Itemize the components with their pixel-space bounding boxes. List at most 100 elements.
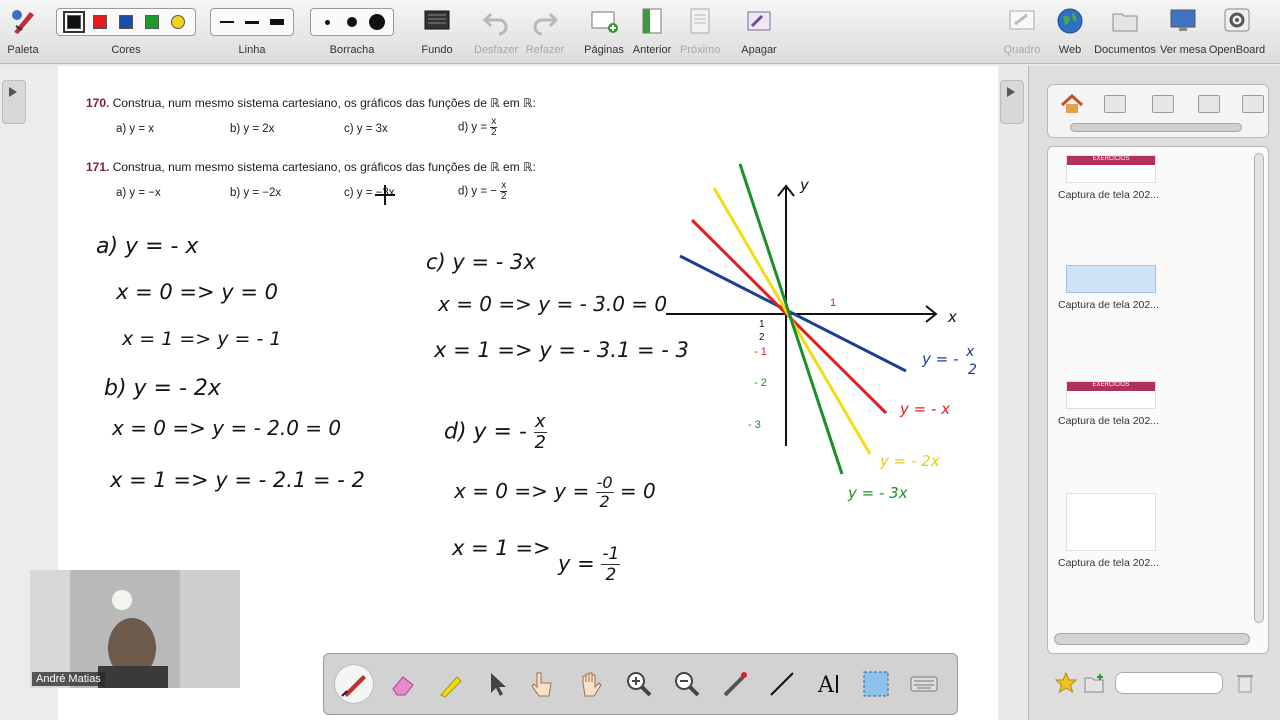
cartesian-graph: x y 1 1 2 - 1 - 2 - 3 y = - x 2 y = - x … <box>666 163 977 502</box>
thumbnail-item[interactable]: Captura de tela 202... <box>1058 265 1238 311</box>
thumbnail-item[interactable]: Captura de tela 202... <box>1058 493 1238 569</box>
undo-button[interactable]: Desfazer <box>474 0 518 64</box>
thumbnail-vertical-scrollbar[interactable] <box>1254 153 1264 623</box>
line-thin[interactable] <box>216 11 238 33</box>
redo-button[interactable]: Refazer <box>524 0 566 64</box>
pages-button[interactable]: Páginas <box>584 0 624 64</box>
eraser-medium[interactable] <box>341 11 363 33</box>
line-group: Linha <box>210 0 294 64</box>
hw-d-line2-result: y = -1 2 <box>558 544 621 585</box>
floating-tool-palette: A <box>323 653 958 715</box>
left-panel-toggle[interactable] <box>2 80 26 124</box>
tick-half-den: 2 <box>759 332 765 343</box>
star-icon[interactable] <box>1055 672 1077 694</box>
keyboard-icon <box>910 676 938 692</box>
thumbnail-horizontal-scrollbar[interactable] <box>1054 633 1250 645</box>
search-input[interactable] <box>1115 672 1223 694</box>
eraser-large[interactable] <box>366 11 388 33</box>
desktop-button[interactable]: Ver mesa <box>1160 0 1206 64</box>
hw-a-title: a) y = - x <box>96 234 199 259</box>
pointing-hand-icon <box>531 672 552 697</box>
redo-icon <box>533 12 559 36</box>
folder-icon <box>1112 13 1138 32</box>
label-half-den: 2 <box>968 362 977 378</box>
web-button[interactable]: Web <box>1050 0 1090 64</box>
folder-icon[interactable] <box>1242 95 1264 113</box>
line-icon <box>770 672 794 696</box>
eraser-small[interactable] <box>316 11 338 33</box>
expand-icon <box>1007 87 1015 97</box>
eraser-tool[interactable] <box>382 664 422 704</box>
color-swatches <box>56 8 196 36</box>
right-panel-toggle[interactable] <box>1000 80 1024 124</box>
play-tool[interactable] <box>522 664 562 704</box>
add-page-icon <box>591 11 618 33</box>
next-page-button[interactable]: Próximo <box>680 0 720 64</box>
colors-group: Cores <box>56 0 196 64</box>
background-button[interactable]: Fundo <box>416 0 458 64</box>
line-tool[interactable] <box>762 664 802 704</box>
new-folder-icon[interactable] <box>1083 672 1107 694</box>
thumbnail-item[interactable]: EXERCÍCIOS Captura de tela 202... <box>1058 381 1238 427</box>
hw-d-line1: x = 0 => y = -0 2 = 0 <box>454 473 656 511</box>
highlighter-icon <box>440 676 462 698</box>
tick-minus-2-label: - 2 <box>754 377 767 389</box>
pen-tool[interactable] <box>334 664 374 704</box>
home-icon[interactable] <box>1060 93 1084 115</box>
gear-icon <box>1224 8 1250 32</box>
hw-b-line2: x = 1 => y = - 2.1 = - 2 <box>110 468 365 492</box>
openboard-menu-button[interactable]: OpenBoard <box>1208 0 1266 64</box>
thumbnail-image <box>1066 493 1156 551</box>
arrow-cursor-icon <box>491 673 506 696</box>
ex171-option-b: b) y = −2x <box>230 187 282 199</box>
hw-c-line2: x = 1 => y = - 3.1 = - 3 <box>434 338 689 362</box>
eraser-group: Borracha <box>310 0 394 64</box>
main-toolbar: Paleta Cores Linha Borracha Fundo Desfaz… <box>0 0 1280 64</box>
ex170-option-a: a) y = x <box>116 123 155 135</box>
color-yellow[interactable] <box>171 15 185 29</box>
library-navigation <box>1047 84 1269 138</box>
undo-icon <box>482 12 508 36</box>
folder-icon[interactable] <box>1152 95 1174 113</box>
zoom-out-tool[interactable] <box>666 664 706 704</box>
hw-d-line2: x = 1 => <box>452 536 551 560</box>
thumbnail-image: EXERCÍCIOS <box>1066 155 1156 183</box>
label-y-minus-half-x: y = - <box>921 350 958 368</box>
folder-icon[interactable] <box>1198 95 1220 113</box>
trash-icon[interactable] <box>1235 672 1255 694</box>
line-medium[interactable] <box>241 11 263 33</box>
hw-b-line1: x = 0 => y = - 2.0 = 0 <box>112 416 342 440</box>
text-tool[interactable]: A <box>810 664 850 704</box>
cursor-crosshair-icon <box>375 185 395 205</box>
color-red[interactable] <box>93 15 107 29</box>
capture-tool[interactable] <box>856 664 896 704</box>
palette-button[interactable]: Paleta <box>4 0 42 64</box>
virtual-keyboard-tool[interactable] <box>904 664 944 704</box>
library-horizontal-scrollbar[interactable] <box>1070 123 1242 132</box>
y-axis-label: y <box>799 176 810 194</box>
board-mode-button[interactable]: Quadro <box>1002 0 1042 64</box>
color-black[interactable] <box>63 11 85 33</box>
color-green[interactable] <box>145 15 159 29</box>
highlighter-tool[interactable] <box>430 664 470 704</box>
label-y-minus-2x: y = - 2x <box>879 452 940 470</box>
documents-button[interactable]: Documentos <box>1094 0 1156 64</box>
selector-tool[interactable] <box>476 664 516 704</box>
color-blue[interactable] <box>119 15 133 29</box>
exercise-171-statement: 171. Construa, num mesmo sistema cartesi… <box>86 160 536 174</box>
zoom-in-tool[interactable] <box>618 664 658 704</box>
hand-tool[interactable] <box>570 664 610 704</box>
ex171-option-a: a) y = −x <box>116 187 161 199</box>
folder-icon[interactable] <box>1104 95 1126 113</box>
previous-page-button[interactable]: Anterior <box>632 0 672 64</box>
laser-pointer-tool[interactable] <box>714 664 754 704</box>
svg-text:A: A <box>817 673 835 698</box>
webcam-video <box>30 570 240 688</box>
laser-pointer-icon <box>723 672 747 697</box>
line-widths <box>210 8 294 36</box>
thumbnail-item[interactable]: EXERCÍCIOS Captura de tela 202... <box>1058 155 1238 201</box>
line-thick[interactable] <box>266 11 288 33</box>
ex170-option-b: b) y = 2x <box>230 123 275 135</box>
clear-button[interactable]: Apagar <box>738 0 780 64</box>
ex170-d-fraction: x2 <box>490 116 498 138</box>
